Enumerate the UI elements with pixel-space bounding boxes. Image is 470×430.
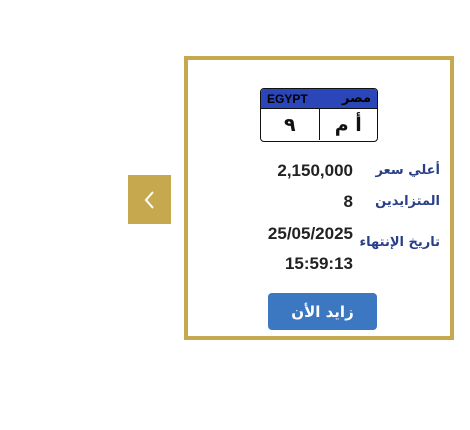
plate-letters: أ م [334,113,362,136]
carousel-prev-button[interactable] [128,175,171,224]
chevron-left-icon [144,190,154,209]
bidders-count-value: 8 [343,192,353,211]
expiry-date-value: 25/05/2025 [267,224,353,243]
plate-number: ٩ [261,109,320,140]
plate-country-en: EGYPT [267,91,308,106]
bid-now-button[interactable]: زايد الأن [268,293,377,330]
bidders-count-label: المتزايدين [375,194,440,209]
plate-body: ٩ أ م [261,109,377,140]
plate-auction-card: EGYPT مصر ٩ أ م 2,150,000 أعلي سعر 8 الم… [184,56,454,340]
highest-bid-value: 2,150,000 [277,161,353,180]
highest-bid-label: أعلي سعر [375,163,440,178]
license-plate: EGYPT مصر ٩ أ م [260,88,378,142]
expiry-label: تاريخ الإنتهاء [359,235,440,250]
plate-header: EGYPT مصر [261,89,377,109]
expiry-time-value: 15:59:13 [284,254,353,273]
auction-carousel: EGYPT مصر ٩ أ م 2,150,000 أعلي سعر 8 الم… [0,0,470,430]
plate-country-ar: مصر [342,91,371,106]
